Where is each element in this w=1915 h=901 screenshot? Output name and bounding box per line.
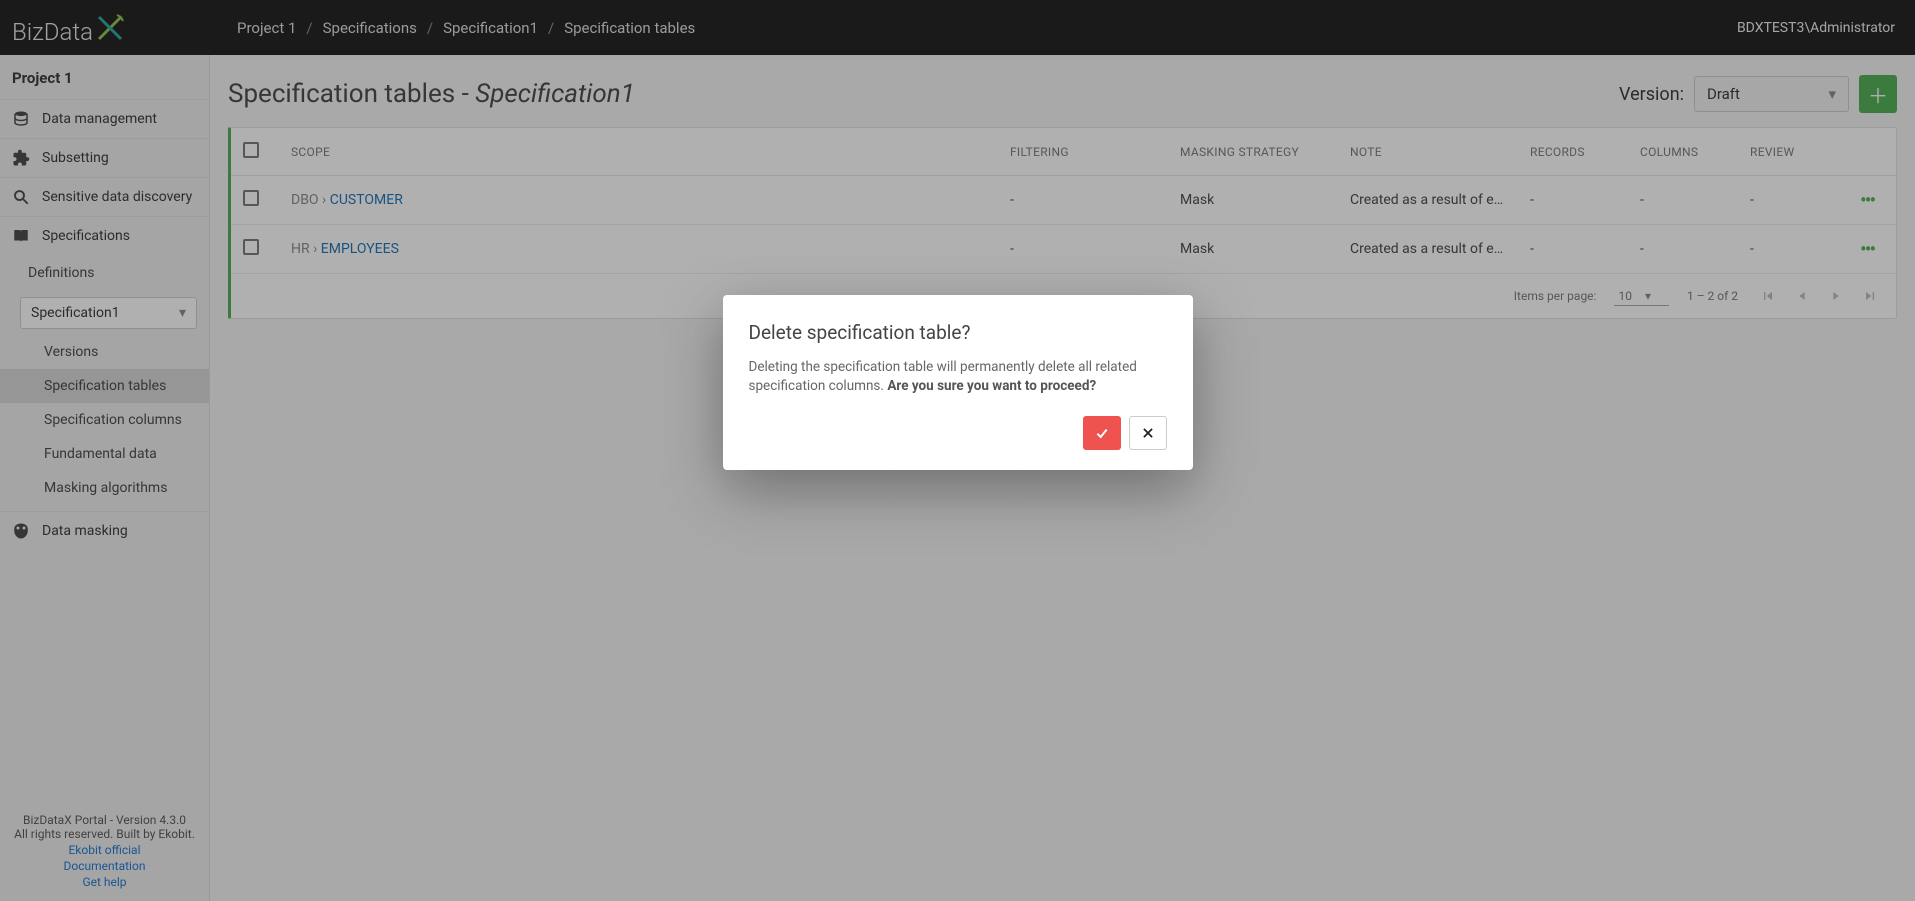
cancel-button[interactable]	[1129, 416, 1167, 450]
check-icon	[1094, 425, 1110, 441]
close-icon	[1141, 426, 1155, 440]
delete-confirmation-dialog: Delete specification table? Deleting the…	[723, 295, 1193, 470]
dialog-title: Delete specification table?	[749, 321, 1167, 344]
dialog-body: Deleting the specification table will pe…	[749, 358, 1167, 396]
modal-overlay[interactable]: Delete specification table? Deleting the…	[0, 0, 1915, 901]
confirm-delete-button[interactable]	[1083, 416, 1121, 450]
